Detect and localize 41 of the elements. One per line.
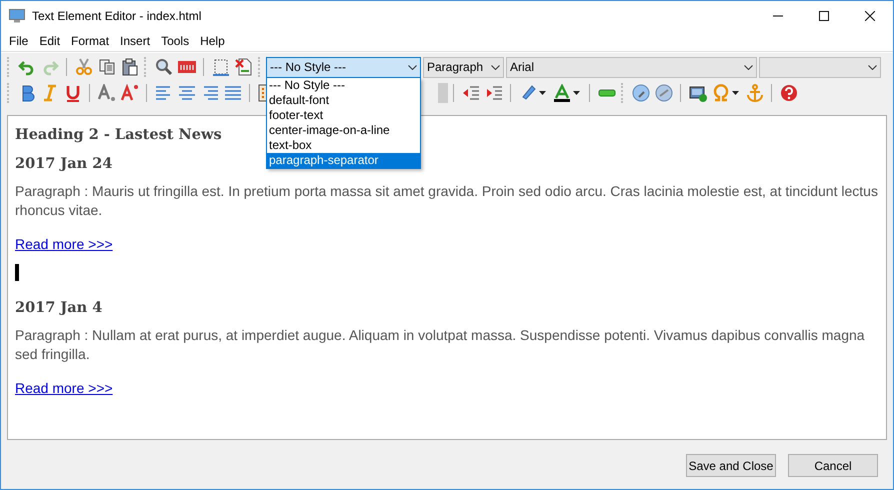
- read-more-link[interactable]: Read more >>>: [15, 236, 113, 252]
- dropdown-option[interactable]: text-box: [267, 138, 420, 152]
- dropdown-option[interactable]: footer-text: [267, 108, 420, 122]
- chevron-down-icon: [868, 64, 876, 70]
- menu-item[interactable]: Tools: [155, 34, 194, 48]
- maximize-icon[interactable]: [819, 11, 829, 21]
- style-dropdown[interactable]: --- No Style ---: [266, 56, 421, 78]
- dropdown-edge: [438, 83, 448, 103]
- window-title: Text Element Editor - index.html: [32, 9, 202, 23]
- menu-item[interactable]: Format: [65, 34, 114, 48]
- globe-icon[interactable]: [630, 82, 652, 104]
- menu-item[interactable]: Insert: [114, 34, 156, 48]
- dropdown-option[interactable]: paragraph-separator: [267, 152, 420, 168]
- heading: Heading 2 - Lastest News: [15, 126, 222, 143]
- stylesheet-icon[interactable]: [232, 56, 254, 78]
- subscript-icon[interactable]: [96, 82, 118, 104]
- paragraph: Paragraph : Nullam at erat purus, at imperdiet augue. Aliquam in volutpat massa. Suspendisse potenti. Vivamus dapibus convallis magna sed fringilla.: [15, 326, 866, 364]
- menu-item[interactable]: Help: [194, 34, 230, 48]
- monitor-icon: [9, 9, 25, 23]
- subheading: 2017 Jan 24: [15, 155, 112, 172]
- paragraph: Paragraph : Mauris ut fringilla est. In pretium porta massa sit amet gravida. Proin sed odio arcu. Cras lacinia molestie est, at tincidunt lectus rhoncus vitae.: [15, 182, 879, 220]
- menu-item[interactable]: Edit: [33, 34, 66, 48]
- chevron-down-icon: [744, 64, 752, 70]
- save-and-close-button[interactable]: Save and Close: [686, 454, 776, 477]
- menu-item[interactable]: File: [3, 34, 34, 48]
- dropdown-option[interactable]: center-image-on-a-line: [267, 122, 420, 138]
- dropdown-option[interactable]: default-font: [267, 92, 420, 108]
- font-dropdown[interactable]: Arial: [506, 56, 757, 78]
- close-icon[interactable]: [865, 11, 875, 21]
- dropdown-arrow-icon[interactable]: [732, 89, 739, 97]
- text-cursor: [15, 264, 19, 281]
- chevron-down-icon: [408, 64, 416, 70]
- dropdown-option[interactable]: --- No Style ---: [267, 78, 420, 92]
- dropdown-arrow-icon[interactable]: [539, 89, 546, 97]
- dropdown-arrow-icon[interactable]: [573, 89, 580, 97]
- block-format-dropdown[interactable]: Paragraph: [423, 56, 504, 78]
- subheading: 2017 Jan 4: [15, 299, 102, 316]
- read-more-link[interactable]: Read more >>>: [15, 380, 113, 396]
- chevron-down-icon: [490, 64, 500, 70]
- cancel-button[interactable]: Cancel: [788, 454, 878, 477]
- globe-icon[interactable]: [652, 82, 674, 104]
